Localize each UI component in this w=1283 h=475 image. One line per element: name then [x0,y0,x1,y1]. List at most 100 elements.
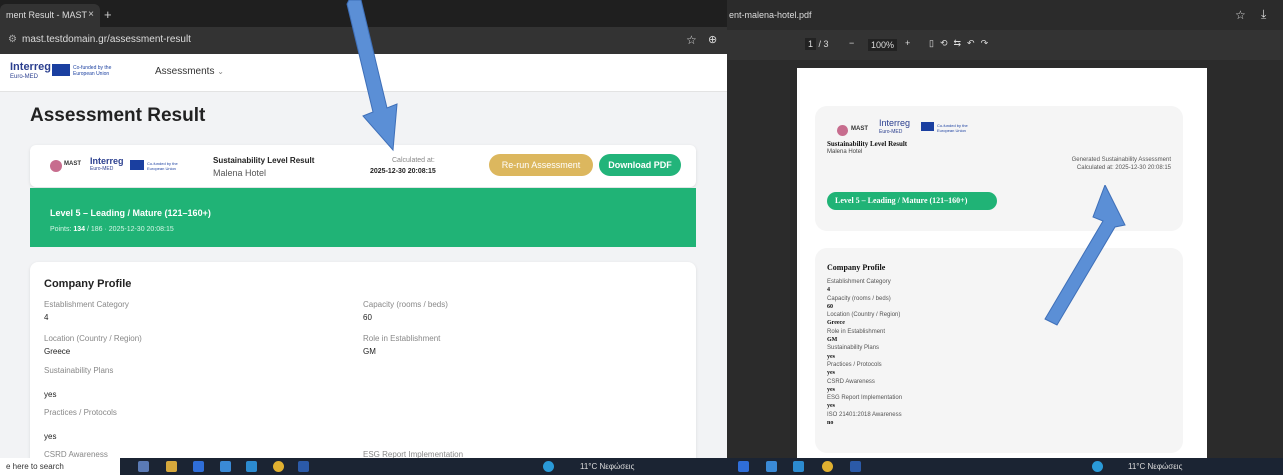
company-profile-card: Company Profile Establishment Category 4… [30,262,696,458]
tab-title: ment Result - MAST [6,10,88,20]
app-icon[interactable] [738,461,749,472]
pdf-toolbar: 1 / 3 − 100% + ▯⟲⇆↶↷ [727,30,1283,60]
pdf-field-value: no [827,420,834,427]
level-banner: Level 5 – Leading / Mature (121–160+) Po… [30,188,696,247]
chevron-down-icon: ⌄ [217,67,224,76]
nav-assessments[interactable]: Assessments ⌄ [155,66,224,77]
pdf-field-value: 4 [827,287,830,294]
practices-label: Practices / Protocols [44,408,117,417]
eu-funded-text: Co-funded by the European Union [937,123,968,133]
pdf-field-value: 60 [827,303,833,310]
page-title: Assessment Result [30,105,206,126]
pdf-tools-icons[interactable]: ▯⟲⇆↶↷ [929,38,994,49]
pdf-field-value: yes [827,403,835,410]
site-info-icon[interactable]: ⚙ [8,34,17,45]
interreg-logo[interactable]: Interreg Euro-MED [10,62,51,82]
mast-logo-icon [837,125,848,136]
eu-flag-icon [921,122,934,131]
eu-flag-icon [52,64,70,76]
pdf-generated-info: Generated Sustainability Assessment Calc… [1071,157,1171,171]
url-text[interactable]: mast.testdomain.gr/assessment-result [22,34,191,45]
weather-widget[interactable]: 11°C Νεφώσεις [1128,462,1182,471]
pdf-field-label: ESG Report Implementation [827,395,903,402]
result-title: Sustainability Level Result [213,156,315,165]
weather-widget[interactable]: 11°C Νεφώσεις [580,462,634,471]
pdf-result-title: Sustainability Level Result [827,140,908,148]
hotel-name: Malena Hotel [213,168,267,178]
pdf-profile-box: Company Profile Establishment Category 4 C… [815,248,1183,453]
pdf-hotel-name: Malena Hotel [827,149,863,155]
edge-icon[interactable] [543,461,554,472]
location-value: Greece [44,347,71,356]
csrd-label: CSRD Awareness [44,450,108,458]
chrome-icon[interactable] [822,461,833,472]
est-category-label: Establishment Category [44,300,129,309]
app-icon[interactable] [220,461,231,472]
pdf-field-label: Location (Country / Region) [827,312,901,319]
download-icon[interactable]: ⤓ [1261,7,1266,22]
pdf-page: MAST Interreg Euro-MED Co-funded by the … [797,68,1207,458]
site-header: Interreg Euro-MED Co-funded by the Europ… [0,54,727,92]
eu-funded-text: Co-funded by the European Union [147,161,178,171]
pdf-level-badge: Level 5 – Leading / Mature (121–160+) [827,192,997,210]
chrome-icon[interactable] [273,461,284,472]
pdf-field-value: yes [827,386,835,393]
taskbar-search[interactable]: e here to search [0,458,120,475]
est-category-value: 4 [44,313,49,322]
result-card: MAST Interreg Euro-MED Co-funded by the … [30,145,696,187]
zoom-in-button[interactable]: + [905,38,910,48]
pdf-field-label: ISO 21401:2018 Awareness [827,411,902,418]
app-icon[interactable] [193,461,204,472]
pdf-profile-list: Establishment Category 4 Capacity (rooms /… [827,278,902,427]
calculated-label: Calculated at: [392,157,435,164]
pdf-profile-title: Company Profile [827,263,886,272]
profile-title: Company Profile [44,278,132,290]
location-label: Location (Country / Region) [44,334,142,343]
pdf-field-value: Greece [827,320,845,327]
role-label: Role in Establishment [363,334,441,343]
edge-icon[interactable] [1092,461,1103,472]
rerun-assessment-button[interactable]: Re-run Assessment [489,154,593,176]
word-icon[interactable] [298,461,309,472]
pdf-field-label: Role in Establishment [827,328,886,335]
address-bar[interactable]: ⚙ mast.testdomain.gr/assessment-result ☆… [0,27,727,54]
bookmark-star-icon[interactable]: ☆ [686,33,697,47]
app-icon[interactable] [766,461,777,472]
app-icon[interactable] [246,461,257,472]
taskbar: e here to search 11°C Νεφώσεις 11°C Νεφώ… [0,458,1283,475]
mast-logo-text: MAST [64,161,81,167]
page-indicator[interactable]: 1 / 3 [805,38,829,50]
right-pdf-window: ent-malena-hotel.pdf ☆ ⤓ 1 / 3 − 100% + … [727,0,1283,458]
pdf-header-box: MAST Interreg Euro-MED Co-funded by the … [815,106,1183,231]
task-view-icon[interactable] [138,461,149,472]
pdf-field-value: yes [827,353,835,360]
zoom-level[interactable]: 100% [868,39,898,51]
eu-flag-icon [130,160,144,170]
bookmark-star-icon[interactable]: ☆ [1235,8,1246,22]
app-icon[interactable] [793,461,804,472]
left-browser-window: ment Result - MAST × + ⚙ mast.testdomain… [0,0,727,458]
pdf-title-bar: ent-malena-hotel.pdf ☆ ⤓ [727,0,1283,30]
browser-tab[interactable]: ment Result - MAST × [0,4,100,27]
new-tab-button[interactable]: + [104,7,112,22]
role-value: GM [363,347,376,356]
pdf-field-label: Capacity (rooms / beds) [827,295,891,302]
sustainability-plans-value: yes [44,390,57,399]
mast-logo-text: MAST [851,126,868,132]
pdf-field-label: Practices / Protocols [827,361,882,368]
download-pdf-button[interactable]: Download PDF [599,154,681,176]
file-explorer-icon[interactable] [166,461,177,472]
tab-close-icon[interactable]: × [88,9,94,20]
practices-value: yes [44,432,57,441]
pdf-field-value: yes [827,370,835,377]
pdf-field-value: GM [827,337,838,344]
esg-label: ESG Report Implementation [363,450,464,458]
eu-funded-text: Co-funded by the European Union [73,65,112,77]
extension-icon[interactable]: ⊕ [708,33,717,46]
pdf-field-label: CSRD Awareness [827,378,875,385]
zoom-out-button[interactable]: − [849,38,854,48]
pdf-filename: ent-malena-hotel.pdf [729,10,812,20]
word-icon[interactable] [850,461,861,472]
interreg-logo: Interreg Euro-MED [90,156,124,173]
sustainability-plans-label: Sustainability Plans [44,366,114,375]
